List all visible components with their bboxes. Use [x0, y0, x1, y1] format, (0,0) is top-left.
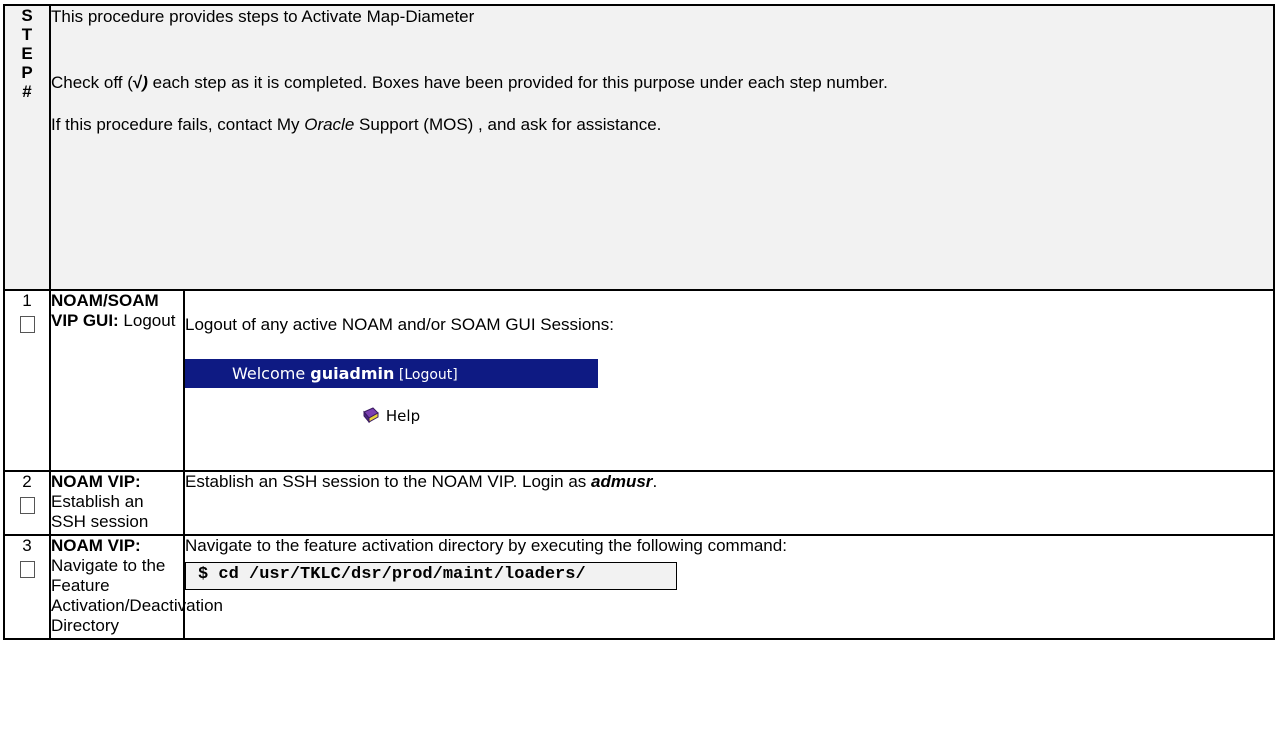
intro-purpose: This procedure provides steps to Activat… [51, 7, 475, 26]
step-letter: # [22, 82, 32, 101]
step-number: 2 [22, 472, 32, 491]
step-checkbox[interactable] [19, 497, 35, 514]
step-number-header: S T E P # [3, 4, 51, 291]
procedure-intro: This procedure provides steps to Activat… [48, 4, 1276, 291]
step-checkbox[interactable] [19, 561, 35, 578]
logout-link[interactable]: [Logout] [394, 367, 458, 383]
step-number: 3 [22, 536, 32, 555]
step-row-3: 3 NOAM VIP: Navigate to the Feature Acti… [3, 534, 1276, 640]
step-description: Navigate to the feature activation direc… [182, 534, 1276, 640]
welcome-bar: Welcome guiadmin [Logout] [185, 359, 598, 388]
step-letter: P [21, 63, 33, 82]
step-description: Establish an SSH session to the NOAM VIP… [182, 470, 1276, 536]
step-row-2: 2 NOAM VIP: Establish an SSH session Est… [3, 470, 1276, 536]
oracle-text: Oracle [304, 115, 355, 134]
step-text: Navigate to the feature activation direc… [185, 536, 787, 555]
help-label: Help [385, 407, 421, 425]
step-number-cell: 1 [3, 289, 51, 472]
intro-support: If this procedure fails, contact My Orac… [51, 115, 662, 134]
step-text: Logout of any active NOAM and/or SOAM GU… [185, 315, 614, 334]
check-mark: √ [132, 73, 143, 92]
step-title: NOAM VIP: Establish an SSH session [49, 470, 185, 536]
admin-user: admusr [591, 472, 653, 491]
step-checkbox[interactable] [19, 316, 35, 333]
step-title: NOAM VIP: Navigate to the Feature Activa… [49, 534, 223, 640]
step-letter: S [21, 6, 33, 25]
step-title: NOAM/SOAM VIP GUI: Logout [49, 289, 185, 472]
intro-checkoff: Check off (√) each step as it is complet… [51, 73, 888, 92]
step-number-cell: 3 [3, 534, 51, 640]
procedure-table: S T E P # This procedure provides steps … [3, 4, 1276, 640]
step-number-cell: 2 [3, 470, 51, 536]
header-row: S T E P # This procedure provides steps … [3, 4, 1276, 291]
help-book-icon [363, 407, 379, 423]
step-letter: T [21, 25, 33, 44]
step-row-1: 1 NOAM/SOAM VIP GUI: Logout Logout of an… [3, 289, 1276, 472]
help-link[interactable]: Help [185, 406, 597, 426]
username: guiadmin [310, 364, 395, 383]
step-description: Logout of any active NOAM and/or SOAM GU… [182, 289, 1276, 472]
command-box[interactable]: $ cd /usr/TKLC/dsr/prod/maint/loaders/ [185, 562, 677, 590]
step-letter: E [21, 44, 33, 63]
step-number: 1 [22, 291, 32, 310]
